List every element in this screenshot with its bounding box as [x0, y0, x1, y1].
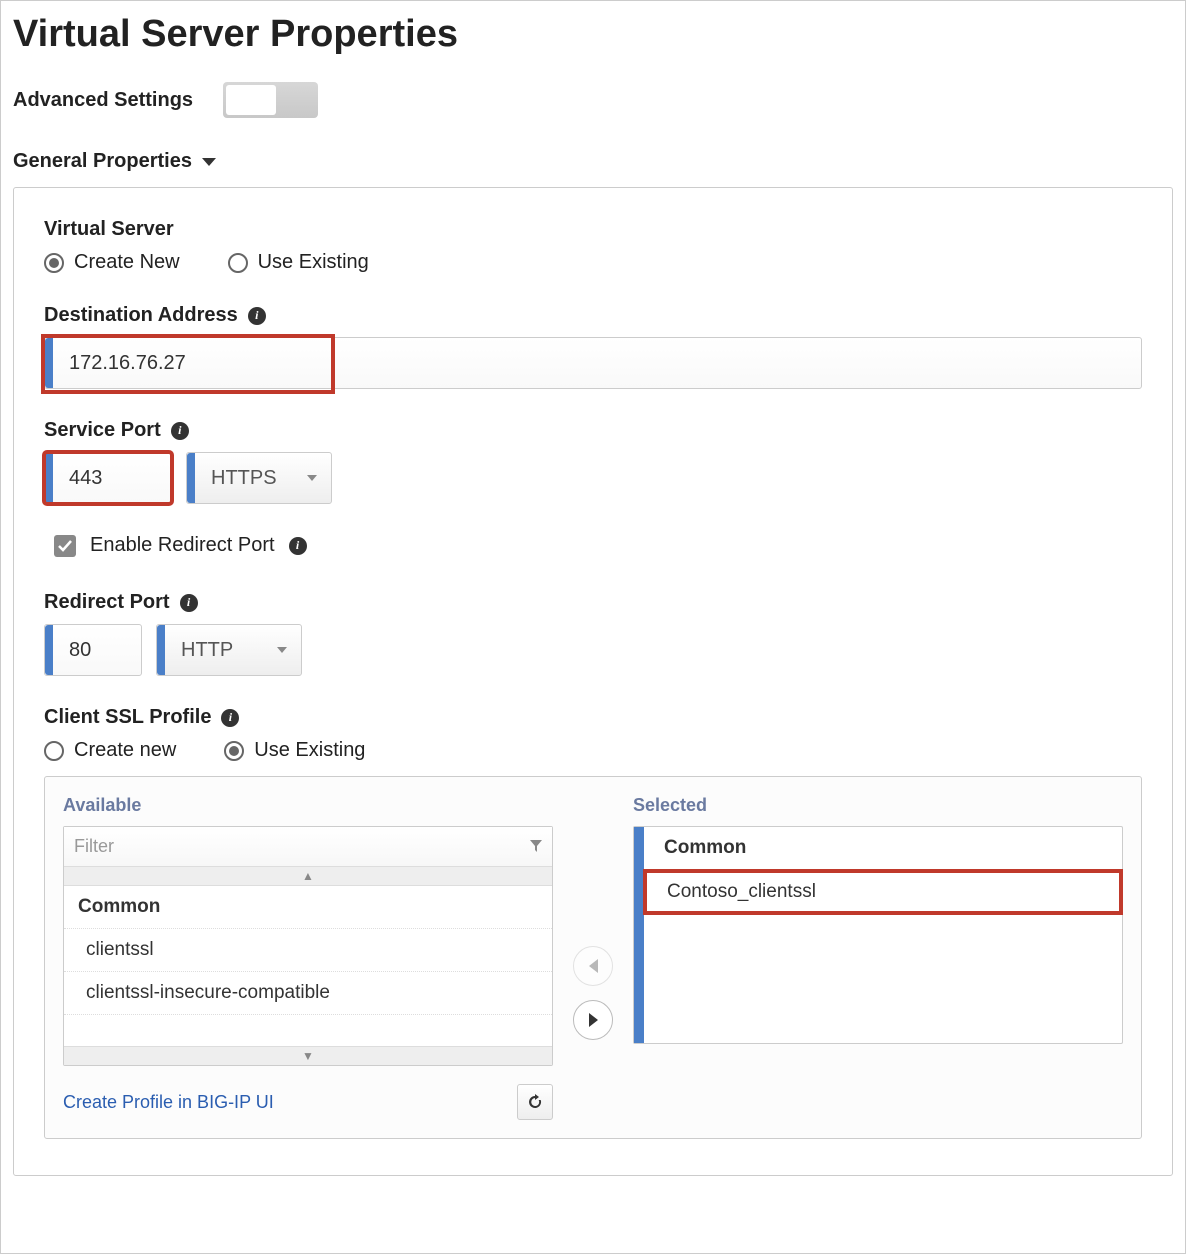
- available-header: Available: [63, 795, 553, 816]
- input-accent: [45, 625, 53, 675]
- filter-input[interactable]: Filter: [74, 836, 114, 857]
- redirect-port-proto-select[interactable]: HTTP: [156, 624, 302, 676]
- vs-use-existing-label: Use Existing: [258, 251, 369, 274]
- select-accent: [157, 625, 165, 675]
- service-port-input-wrap: 443: [44, 452, 172, 504]
- enable-redirect-label: Enable Redirect Port: [90, 534, 275, 557]
- redirect-port-label: Redirect Port: [44, 591, 170, 614]
- move-left-button[interactable]: [573, 946, 613, 986]
- info-icon[interactable]: i: [171, 422, 189, 440]
- selected-header: Selected: [633, 795, 1123, 816]
- select-accent: [634, 827, 644, 1043]
- enable-redirect-checkbox[interactable]: [54, 535, 76, 557]
- vs-create-new-radio[interactable]: [44, 253, 64, 273]
- arrow-left-icon: [589, 959, 598, 973]
- available-column: Available Filter ▲ Common clientssl: [63, 795, 553, 1120]
- scroll-up-icon[interactable]: ▲: [64, 867, 552, 886]
- general-properties-label: General Properties: [13, 150, 192, 173]
- page-title: Virtual Server Properties: [13, 13, 1173, 56]
- ssl-create-new-label: Create new: [74, 739, 176, 762]
- input-accent: [45, 338, 53, 388]
- info-icon[interactable]: i: [289, 537, 307, 555]
- input-accent: [45, 453, 53, 503]
- selected-list[interactable]: Common Contoso_clientssl: [644, 827, 1122, 1043]
- list-item[interactable]: clientssl: [64, 929, 552, 972]
- advanced-settings-toggle[interactable]: [223, 82, 318, 118]
- advanced-settings-row: Advanced Settings: [13, 82, 1177, 118]
- arrow-right-icon: [589, 1013, 598, 1027]
- list-item[interactable]: Contoso_clientssl: [645, 871, 1121, 913]
- available-list[interactable]: Common clientssl clientssl-insecure-comp…: [64, 886, 552, 1046]
- filter-icon[interactable]: [530, 836, 542, 857]
- caret-down-icon: [202, 158, 216, 166]
- selected-listbox: Common Contoso_clientssl: [633, 826, 1123, 1044]
- selected-column: Selected Common Contoso_clientssl: [633, 795, 1123, 1120]
- service-port-proto-value: HTTPS: [195, 467, 313, 490]
- redirect-port-proto-value: HTTP: [165, 639, 269, 662]
- filter-row: Filter: [64, 827, 552, 867]
- ssl-create-new-radio[interactable]: [44, 741, 64, 761]
- select-accent: [187, 453, 195, 503]
- vs-use-existing-radio[interactable]: [228, 253, 248, 273]
- scroll-down-icon[interactable]: ▼: [64, 1046, 552, 1065]
- info-icon[interactable]: i: [221, 709, 239, 727]
- ssl-profile-picker: Available Filter ▲ Common clientssl: [44, 776, 1142, 1139]
- dest-addr-input-wrap: 172.16.76.27: [44, 337, 1142, 389]
- general-properties-card: Virtual Server Create New Use Existing D…: [13, 187, 1173, 1176]
- service-port-proto-select[interactable]: HTTPS: [186, 452, 332, 504]
- chevron-down-icon: [307, 475, 317, 481]
- create-profile-link[interactable]: Create Profile in BIG-IP UI: [63, 1092, 274, 1113]
- info-icon[interactable]: i: [180, 594, 198, 612]
- redirect-port-input[interactable]: 80: [53, 639, 107, 662]
- ssl-use-existing-radio[interactable]: [224, 741, 244, 761]
- info-icon[interactable]: i: [248, 307, 266, 325]
- dest-addr-input[interactable]: 172.16.76.27: [53, 352, 202, 375]
- advanced-settings-label: Advanced Settings: [13, 89, 193, 112]
- vs-create-new-label: Create New: [74, 251, 180, 274]
- available-group: Common: [64, 886, 552, 929]
- move-right-button[interactable]: [573, 1000, 613, 1040]
- dest-addr-label: Destination Address: [44, 304, 238, 327]
- ssl-profile-label: Client SSL Profile: [44, 706, 211, 729]
- ssl-use-existing-label: Use Existing: [254, 739, 365, 762]
- selected-group: Common: [644, 827, 1122, 870]
- virtual-server-label: Virtual Server: [44, 218, 1142, 241]
- service-port-label: Service Port: [44, 419, 161, 442]
- available-listbox: Filter ▲ Common clientssl clientssl-inse…: [63, 826, 553, 1066]
- list-item[interactable]: clientssl-insecure-compatible: [64, 972, 552, 1015]
- refresh-button[interactable]: [517, 1084, 553, 1120]
- picker-buttons: [573, 795, 613, 1120]
- chevron-down-icon: [277, 647, 287, 653]
- general-properties-header[interactable]: General Properties: [13, 150, 1177, 173]
- service-port-input[interactable]: 443: [53, 467, 118, 490]
- page: Virtual Server Properties Advanced Setti…: [0, 0, 1186, 1254]
- redirect-port-input-wrap: 80: [44, 624, 142, 676]
